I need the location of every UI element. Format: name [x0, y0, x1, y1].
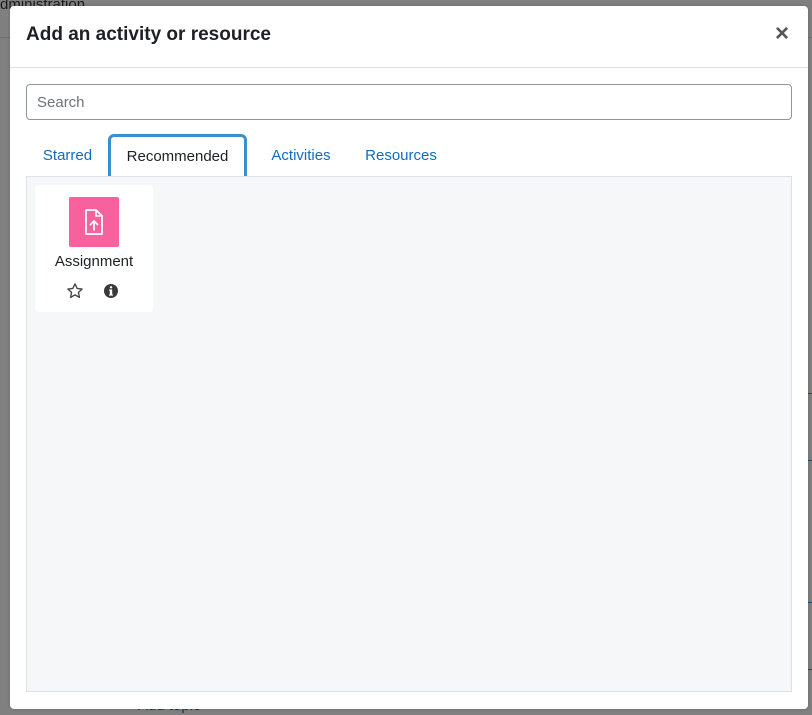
activity-card-label: Assignment	[54, 253, 134, 270]
modal-title: Add an activity or resource	[26, 24, 271, 45]
assignment-upload-icon	[69, 197, 119, 247]
info-circle-icon[interactable]	[103, 283, 119, 299]
background-divider	[808, 393, 812, 394]
modal-header: Add an activity or resource ×	[10, 6, 808, 68]
star-outline-icon[interactable]	[66, 282, 84, 300]
tab-activities[interactable]: Activities	[258, 134, 344, 177]
tab-recommended[interactable]: Recommended	[108, 134, 247, 177]
tab-resources[interactable]: Resources	[352, 134, 450, 177]
background-divider	[808, 669, 812, 670]
activity-chooser-modal: Add an activity or resource × Starred Re…	[10, 6, 808, 709]
activity-card-assignment[interactable]: Assignment	[35, 185, 153, 312]
close-button[interactable]: ×	[772, 22, 792, 46]
search-input[interactable]	[26, 84, 792, 120]
tab-content-panel: Assignment	[26, 176, 792, 692]
background-divider	[808, 602, 812, 603]
tab-list: Starred Recommended Activities Resources	[26, 134, 792, 177]
tab-starred[interactable]: Starred	[26, 134, 109, 177]
background-divider	[808, 460, 812, 461]
